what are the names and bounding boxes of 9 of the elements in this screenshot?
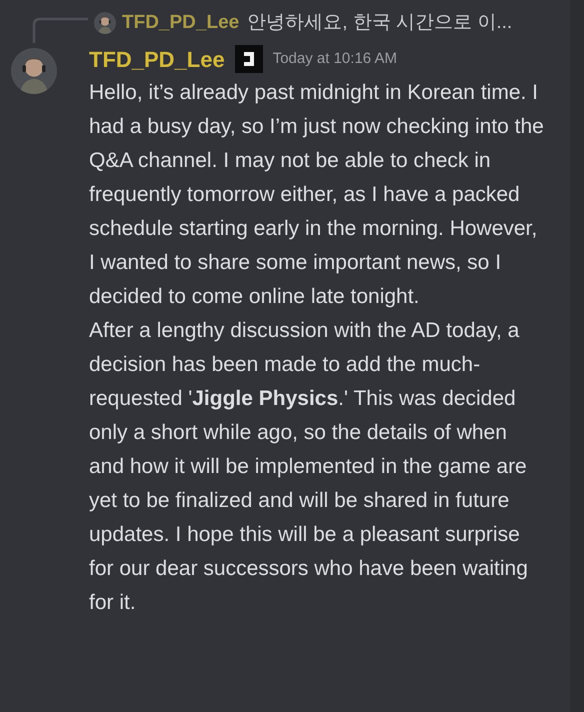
timestamp: Today at 10:16 AM — [272, 48, 397, 69]
message-text: After a lengthy discussion with the AD today, a decision has been made to add the much-requested 'Jiggle Physics.' This was decided only a short while ago, so the details of when and how it will be implemented in the game are yet to be finalized and will be shared in future updates. I hope this will be a pleasant surprise for our dear successors who have been waiting for it. — [89, 318, 529, 616]
avatar-icon — [94, 12, 116, 34]
reply-preview[interactable]: 안녕하세요, 한국 시간으로 이... — [247, 8, 512, 38]
reply-author[interactable]: TFD_PD_Lee — [122, 8, 240, 38]
role-badge-icon — [234, 45, 263, 73]
avatar-icon — [11, 48, 57, 94]
message-text: Hello, it’s already past midnight in Korean time. I had a busy day, so I’m just now checking into the Q&A channel. I may not be able to check in frequently tomorrow either, as I have a packed schedule starting early in the morning. However, I wanted to share some important news, so I decided to come online late tonight. — [89, 80, 545, 310]
author-name[interactable]: TFD_PD_Lee — [89, 42, 225, 76]
